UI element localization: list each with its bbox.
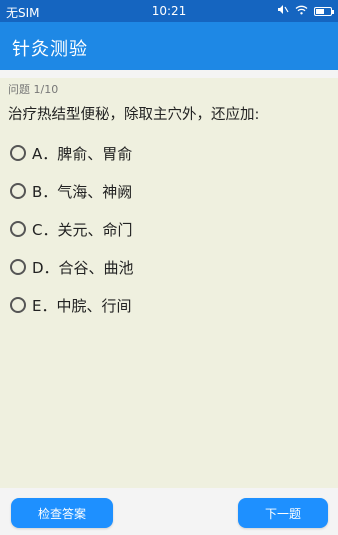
app-title: 针灸测验 bbox=[12, 39, 88, 60]
battery-level bbox=[316, 8, 324, 14]
option-a[interactable]: A．脾俞、胃俞 bbox=[10, 134, 330, 172]
option-label: D．合谷、曲池 bbox=[32, 258, 134, 277]
option-b[interactable]: B．气海、神阙 bbox=[10, 172, 330, 210]
radio-button[interactable] bbox=[10, 297, 26, 313]
option-label: E．中脘、行间 bbox=[32, 296, 132, 315]
options-list: A．脾俞、胃俞 B．气海、神阙 C．关元、命门 D．合谷、曲池 E．中脘、行间 bbox=[10, 134, 330, 324]
system-icons bbox=[277, 4, 334, 18]
mute-icon bbox=[277, 4, 289, 18]
option-d[interactable]: D．合谷、曲池 bbox=[10, 248, 330, 286]
question-text: 治疗热结型便秘，除取主穴外，还应加: bbox=[8, 107, 260, 123]
next-question-button[interactable]: 下一题 bbox=[238, 498, 328, 528]
battery-icon bbox=[314, 6, 334, 16]
option-c[interactable]: C．关元、命门 bbox=[10, 210, 330, 248]
radio-button[interactable] bbox=[10, 145, 26, 161]
option-label: B．气海、神阙 bbox=[32, 182, 133, 201]
status-bar: 无SIM 10:21 bbox=[0, 0, 338, 22]
app-bar: 针灸测验 bbox=[0, 22, 338, 70]
check-answer-button[interactable]: 检查答案 bbox=[11, 498, 113, 528]
option-e[interactable]: E．中脘、行间 bbox=[10, 286, 330, 324]
option-label: A．脾俞、胃俞 bbox=[32, 144, 133, 163]
radio-button[interactable] bbox=[10, 259, 26, 275]
option-label: C．关元、命门 bbox=[32, 220, 133, 239]
radio-button[interactable] bbox=[10, 183, 26, 199]
radio-button[interactable] bbox=[10, 221, 26, 237]
question-panel: 问题 1/10 治疗热结型便秘，除取主穴外，还应加: A．脾俞、胃俞 B．气海、… bbox=[0, 78, 338, 488]
question-progress: 问题 1/10 bbox=[8, 83, 59, 96]
wifi-icon bbox=[295, 5, 308, 18]
